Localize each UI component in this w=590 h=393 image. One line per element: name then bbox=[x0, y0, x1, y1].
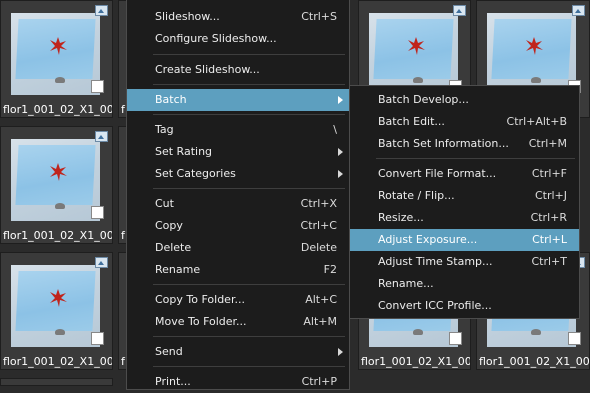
submenu-item-adjust-exposure[interactable]: Adjust Exposure... Ctrl+L bbox=[350, 229, 579, 251]
menu-separator bbox=[153, 188, 345, 189]
image-badge-icon bbox=[572, 5, 585, 16]
flower-icon bbox=[50, 289, 67, 307]
menu-item-configure-slideshow[interactable]: Configure Slideshow... bbox=[127, 28, 349, 50]
checkbox-icon[interactable] bbox=[91, 206, 104, 219]
menu-item-set-rating[interactable]: Set Rating bbox=[127, 141, 349, 163]
flower-icon bbox=[526, 37, 543, 55]
thumbnail-label: flor1_001_02_X1_003... bbox=[479, 355, 590, 368]
menu-item-set-categories[interactable]: Set Categories bbox=[127, 163, 349, 185]
menu-item-delete[interactable]: Delete Delete bbox=[127, 237, 349, 259]
submenu-item-convert-icc-profile[interactable]: Convert ICC Profile... bbox=[350, 295, 579, 317]
image-badge-icon bbox=[95, 5, 108, 16]
thumbnail[interactable]: flor1_001_02_X1_001... bbox=[0, 252, 113, 370]
image-badge-icon bbox=[95, 257, 108, 268]
checkbox-icon[interactable] bbox=[91, 332, 104, 345]
menu-item-send[interactable]: Send bbox=[127, 341, 349, 363]
menu-item-cut[interactable]: Cut Ctrl+X bbox=[127, 193, 349, 215]
submenu-item-rename[interactable]: Rename... bbox=[350, 273, 579, 295]
menu-item-copy-to-folder[interactable]: Copy To Folder... Alt+C bbox=[127, 289, 349, 311]
thumbnail-image bbox=[11, 265, 100, 347]
submenu-item-adjust-time-stamp[interactable]: Adjust Time Stamp... Ctrl+T bbox=[350, 251, 579, 273]
checkbox-icon[interactable] bbox=[568, 332, 581, 345]
thumbnail[interactable]: flor1_001_02_X1_001... bbox=[0, 126, 113, 244]
thumbnail-image bbox=[487, 13, 576, 95]
menu-separator bbox=[153, 336, 345, 337]
thumbnail-label: flor1_001_02_X1_001... bbox=[3, 229, 112, 242]
menu-item-copy[interactable]: Copy Ctrl+C bbox=[127, 215, 349, 237]
menu-separator bbox=[153, 54, 345, 55]
menu-separator bbox=[153, 366, 345, 367]
submenu-item-rotate-flip[interactable]: Rotate / Flip... Ctrl+J bbox=[350, 185, 579, 207]
menu-item-tag[interactable]: Tag \ bbox=[127, 119, 349, 141]
flower-icon bbox=[50, 37, 67, 55]
submenu-item-resize[interactable]: Resize... Ctrl+R bbox=[350, 207, 579, 229]
menu-item-rename[interactable]: Rename F2 bbox=[127, 259, 349, 281]
menu-separator bbox=[153, 84, 345, 85]
menu-item-batch[interactable]: Batch bbox=[127, 89, 349, 111]
thumbnail-label: flor1_001_02_X1_002... bbox=[361, 355, 470, 368]
submenu-arrow-icon bbox=[338, 148, 343, 156]
checkbox-icon[interactable] bbox=[449, 332, 462, 345]
image-badge-icon bbox=[95, 131, 108, 142]
thumbnail[interactable]: flor1_001_02_X1_000... bbox=[0, 0, 113, 118]
submenu-arrow-icon bbox=[338, 96, 343, 104]
menu-item-move-to-folder[interactable]: Move To Folder... Alt+M bbox=[127, 311, 349, 333]
flower-icon bbox=[50, 163, 67, 181]
thumbnail-label: flor1_001_02_X1_001... bbox=[3, 355, 112, 368]
flower-icon bbox=[408, 37, 425, 55]
menu-item-slideshow[interactable]: Slideshow... Ctrl+S bbox=[127, 6, 349, 28]
thumbnail[interactable] bbox=[0, 378, 113, 386]
menu-separator bbox=[153, 284, 345, 285]
submenu-item-convert-file-format[interactable]: Convert File Format... Ctrl+F bbox=[350, 163, 579, 185]
checkbox-icon[interactable] bbox=[91, 80, 104, 93]
thumbnail-image bbox=[369, 13, 458, 95]
thumbnail-image bbox=[11, 139, 100, 221]
submenu-arrow-icon bbox=[338, 348, 343, 356]
context-menu: Slideshow... Ctrl+S Configure Slideshow.… bbox=[126, 0, 350, 390]
menu-separator bbox=[376, 158, 575, 159]
batch-submenu: Batch Develop... Batch Edit... Ctrl+Alt+… bbox=[349, 85, 580, 319]
submenu-arrow-icon bbox=[338, 170, 343, 178]
menu-item-create-slideshow[interactable]: Create Slideshow... bbox=[127, 59, 349, 81]
menu-separator bbox=[153, 114, 345, 115]
menu-item-print[interactable]: Print... Ctrl+P bbox=[127, 371, 349, 393]
image-badge-icon bbox=[453, 5, 466, 16]
submenu-item-batch-develop[interactable]: Batch Develop... bbox=[350, 89, 579, 111]
submenu-item-batch-set-information[interactable]: Batch Set Information... Ctrl+M bbox=[350, 133, 579, 155]
submenu-item-batch-edit[interactable]: Batch Edit... Ctrl+Alt+B bbox=[350, 111, 579, 133]
thumbnail-label: flor1_001_02_X1_000... bbox=[3, 103, 112, 116]
thumbnail-image bbox=[11, 13, 100, 95]
